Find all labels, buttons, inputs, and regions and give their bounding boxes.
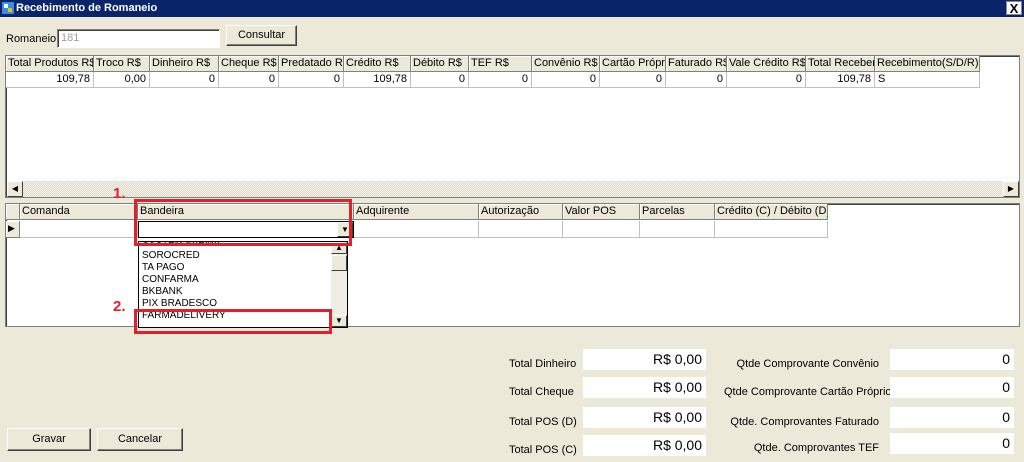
title-bar: Recebimento de Romaneio X [0,0,1024,17]
totals-data-row[interactable]: 109,78 0,00 0 0 0 109,78 0 0 0 0 0 0 109,78 S [6,72,980,88]
totals-col-header[interactable]: Troco R$ [94,56,150,72]
horizontal-scrollbar[interactable]: ◀ ▶ [7,181,1019,197]
totals-cell[interactable]: 109,78 [6,72,94,88]
totals-cell[interactable]: 109,78 [806,72,875,88]
summary-value: 0 [890,349,1014,370]
payment-col-header[interactable]: Valor POS [563,204,640,220]
chevron-down-icon[interactable]: ▼ [337,222,353,237]
payment-data-row[interactable]: ▶ ▼ [6,221,828,238]
payment-header-row: Comanda Bandeira Adquirente Autorização Valo… [6,204,828,220]
romaneio-input[interactable]: 181 [57,29,220,48]
totals-cell[interactable]: 0 [279,72,344,88]
summary-label: Qtde Comprovante Convênio [736,358,879,370]
grid-corner [6,204,20,220]
dropdown-option[interactable]: SYSTEM FARMA [139,242,333,250]
bandeira-combobox[interactable]: ▼ [138,221,354,238]
payment-cell[interactable] [563,221,640,238]
cancel-button[interactable]: Cancelar [97,428,183,451]
dropdown-option[interactable]: PIX BRADESCO [139,298,333,310]
payment-cell[interactable] [479,221,563,238]
scroll-down-icon[interactable]: ▼ [331,315,347,327]
summary-value: 0 [890,433,1014,454]
totals-cell[interactable]: 0 [727,72,806,88]
totals-col-header[interactable]: Cartão Próprio [600,56,666,72]
totals-cell[interactable]: 0 [150,72,219,88]
summary-label: Total POS (D) [509,416,577,428]
payment-cell[interactable] [640,221,715,238]
payment-col-header[interactable]: Comanda [20,204,138,220]
scroll-right-icon[interactable]: ▶ [1003,181,1019,197]
dropdown-option[interactable]: TA PAGO [139,262,333,274]
totals-cell[interactable]: 0 [219,72,279,88]
totals-col-header[interactable]: Débito R$ [411,56,469,72]
summary-label: Total POS (C) [509,444,577,456]
summary-value: R$ 0,00 [583,377,706,398]
totals-col-header[interactable]: Crédito R$ [344,56,411,72]
scroll-up-icon[interactable]: ▲ [331,242,347,254]
summary-value: R$ 0,00 [583,435,706,456]
summary-label: Total Dinheiro [509,358,577,370]
scroll-left-icon[interactable]: ◀ [7,181,23,197]
totals-col-header[interactable]: Faturado R$ [666,56,727,72]
summary-value: 0 [890,377,1014,398]
totals-grid[interactable]: Total Produtos R$ Troco R$ Dinheiro R$ Cheq… [5,55,1020,198]
totals-cell[interactable]: S [875,72,980,88]
dropdown-option[interactable]: FARMADELIVERY [139,310,333,322]
totals-cell[interactable]: 0,00 [94,72,150,88]
totals-col-header[interactable]: Recebimento(S/D/R) [875,56,980,72]
totals-col-header[interactable]: Predatado R$ [279,56,344,72]
summary-label: Total Cheque [509,386,574,398]
payment-cell[interactable] [20,221,138,238]
totals-col-header[interactable]: Cheque R$ [219,56,279,72]
window-title: Recebimento de Romaneio [16,2,158,14]
annotation-marker-1: 1. [113,185,126,202]
scroll-thumb[interactable] [331,255,347,271]
totals-cell[interactable]: 0 [666,72,727,88]
bandeira-dropdown-list[interactable]: SYSTEM FARMA SOROCRED TA PAGO CONFARMA BKBAN… [138,241,348,328]
payment-col-header[interactable]: Parcelas [640,204,715,220]
dropdown-option[interactable]: BKBANK [139,286,333,298]
payment-col-header[interactable]: Adquirente [354,204,479,220]
summary-label: Qtde Comprovante Cartão Próprio [724,386,892,398]
close-button[interactable]: X [1006,1,1022,15]
payment-cell[interactable] [354,221,479,238]
totals-col-header[interactable]: Total Produtos R$ [6,56,94,72]
summary-value: 0 [890,407,1014,428]
totals-cell[interactable]: 0 [600,72,666,88]
romaneio-label: Romaneio [6,33,57,45]
summary-value: R$ 0,00 [583,407,706,428]
totals-header-row: Total Produtos R$ Troco R$ Dinheiro R$ Cheq… [6,56,980,72]
totals-cell[interactable]: 0 [411,72,469,88]
totals-cell[interactable]: 109,78 [344,72,411,88]
payment-col-header[interactable]: Crédito (C) / Débito (D) [715,204,828,220]
payment-col-header[interactable]: Bandeira [138,204,354,220]
totals-col-header[interactable]: Vale Crédito R$ [727,56,806,72]
summary-label: Qtde. Comprovantes TEF [753,442,879,454]
totals-cell[interactable]: 0 [469,72,532,88]
row-indicator-icon: ▶ [6,221,20,238]
totals-col-header[interactable]: Convênio R$ [532,56,600,72]
consult-button[interactable]: Consultar [226,25,297,46]
app-icon [2,2,14,14]
dropdown-option[interactable]: SOROCRED [139,250,333,262]
summary-value: R$ 0,00 [583,349,706,370]
summary-label: Qtde. Comprovantes Faturado [730,416,879,428]
save-button[interactable]: Gravar [7,428,91,451]
dropdown-option[interactable]: CONFARMA [139,274,333,286]
totals-col-header[interactable]: Total Receber [806,56,875,72]
totals-col-header[interactable]: TEF R$ [469,56,532,72]
payment-cell[interactable] [715,221,828,238]
totals-col-header[interactable]: Dinheiro R$ [150,56,219,72]
annotation-marker-2: 2. [113,298,126,315]
payment-col-header[interactable]: Autorização [479,204,563,220]
totals-cell[interactable]: 0 [532,72,600,88]
dropdown-scrollbar[interactable]: ▲ ▼ [331,242,347,327]
